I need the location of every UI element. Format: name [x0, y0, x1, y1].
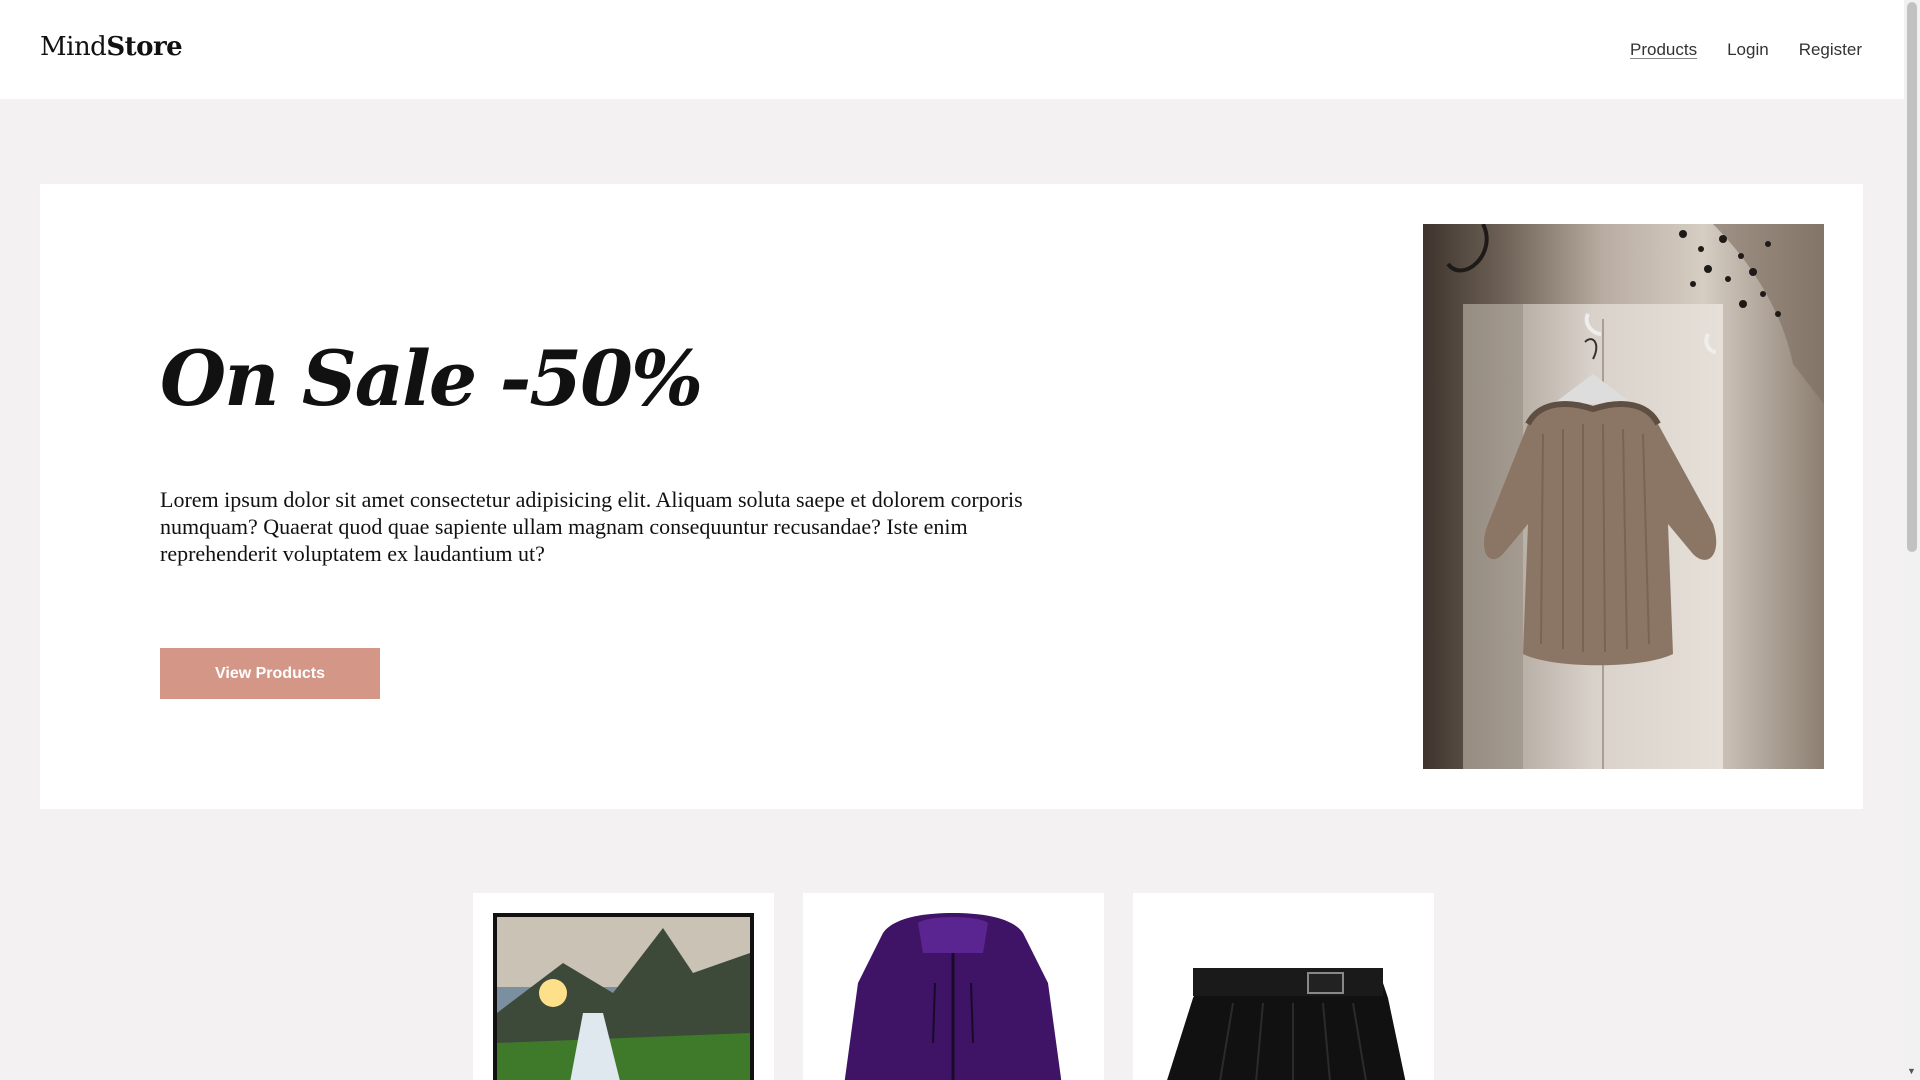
hero-banner: On Sale -50% Lorem ipsum dolor sit amet …	[40, 184, 1863, 809]
product-card[interactable]	[1133, 893, 1434, 1080]
page-scrollbar[interactable]: ▼	[1904, 0, 1920, 1080]
view-products-button[interactable]: View Products	[160, 648, 380, 699]
site-header: MindStore Products Login Register	[0, 0, 1904, 99]
nav-products-link[interactable]: Products	[1630, 40, 1697, 60]
monitor-landscape-image	[493, 913, 754, 1080]
nav-register-link[interactable]: Register	[1799, 40, 1862, 60]
logo-light-text: Mind	[40, 32, 107, 62]
hero-description: Lorem ipsum dolor sit amet consectetur a…	[160, 487, 1023, 566]
product-card[interactable]	[803, 893, 1104, 1080]
black-skirt-image	[1167, 968, 1406, 1080]
sweater-on-wardrobe-image	[1423, 224, 1824, 769]
logo-bold-text: Store	[106, 32, 183, 62]
hero-illustration	[1423, 224, 1824, 769]
scroll-down-arrow-icon[interactable]: ▼	[1907, 1066, 1916, 1076]
product-grid	[0, 893, 1904, 1080]
hero-title: On Sale -50%	[160, 334, 703, 423]
site-logo[interactable]: MindStore	[40, 32, 183, 62]
main-nav: Products Login Register	[1630, 40, 1862, 60]
product-card[interactable]	[473, 893, 774, 1080]
nav-login-link[interactable]: Login	[1727, 40, 1769, 60]
scrollbar-thumb[interactable]	[1907, 2, 1917, 552]
purple-jacket-image	[844, 913, 1062, 1080]
